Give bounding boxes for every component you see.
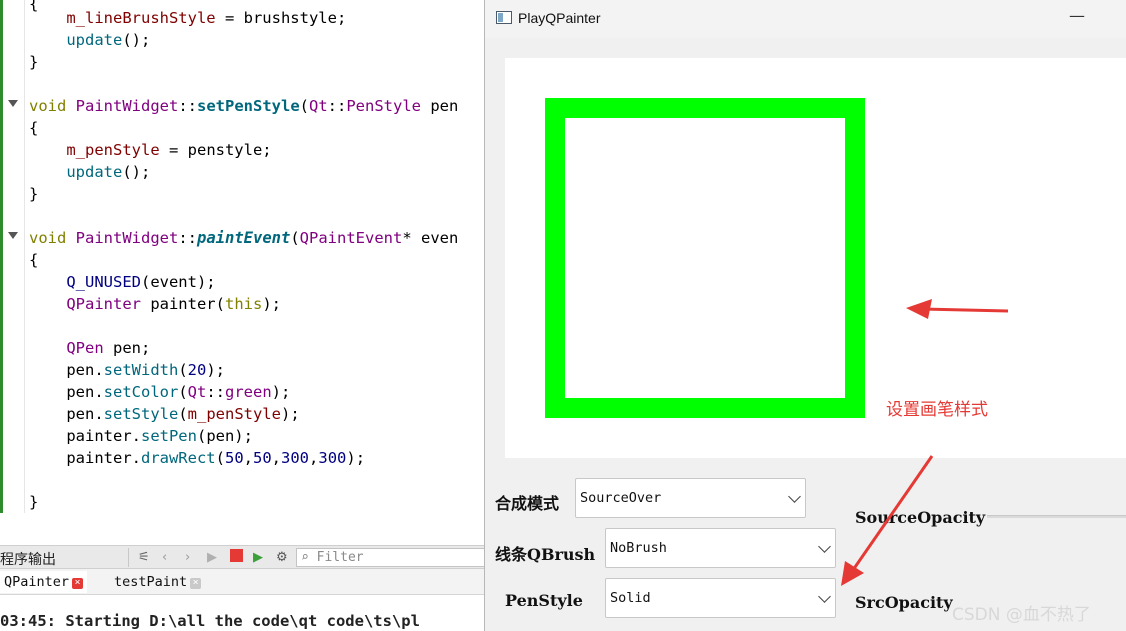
line-brush-value: NoBrush — [610, 540, 667, 556]
toolbar-divider — [128, 548, 129, 567]
playqpainter-window: PlayQPainter — 合成模式 SourceOver 线条QBrush … — [484, 0, 1126, 631]
chevron-down-icon — [818, 540, 831, 553]
tab-qpainter[interactable]: QPainter × — [0, 571, 88, 593]
fold-arrow-icon[interactable] — [8, 100, 18, 107]
code-line: m_penStyle = penstyle; — [66, 141, 272, 159]
app-window-icon — [496, 11, 512, 24]
source-opacity-label: SourceOpacity — [855, 508, 986, 527]
code-line: } — [29, 185, 39, 203]
code-line: painter.drawRect(50,50,300,300); — [29, 449, 366, 467]
filter-placeholder: Filter — [316, 550, 364, 565]
code-editor[interactable]: { m_lineBrushStyle = brushstyle; update(… — [0, 0, 486, 513]
editor-gutter-marker — [0, 0, 3, 513]
close-icon[interactable]: × — [72, 578, 84, 589]
paint-canvas[interactable] — [505, 58, 1126, 458]
gear-icon[interactable]: ⚙ — [276, 550, 288, 565]
code-line: QPen pen; — [66, 339, 151, 357]
code-line: update(); — [66, 31, 151, 49]
tab-label: testPaint — [114, 574, 188, 590]
clean-icon[interactable]: ⚟ — [138, 550, 150, 565]
src-opacity-label: SrcOpacity — [855, 593, 953, 612]
stop-icon[interactable] — [230, 549, 243, 562]
minimize-button[interactable]: — — [1067, 4, 1087, 28]
filter-input[interactable]: ⌕ Filter — [296, 548, 486, 567]
code-line: painter.setPen(pen); — [29, 427, 253, 445]
output-tabs: QPainter × testPaint × — [0, 569, 486, 595]
code-line: { — [29, 251, 39, 269]
line-brush-label: 线条QBrush — [495, 545, 596, 564]
composition-mode-value: SourceOver — [580, 490, 662, 506]
code-line: void PaintWidget::paintEvent(QPaintEvent… — [29, 229, 459, 247]
close-icon[interactable]: × — [190, 578, 202, 589]
code-line: } — [29, 493, 39, 511]
window-title: PlayQPainter — [518, 10, 601, 26]
output-pane-title: 程序输出 — [0, 552, 56, 568]
code-line: QPainter painter(this); — [66, 295, 281, 313]
fold-arrow-icon[interactable] — [8, 232, 18, 239]
code-line: { — [29, 119, 39, 137]
output-toolbar: 程序输出 ⚟ ‹ › ▶ ▶ ⚙ ⌕ Filter — [0, 545, 486, 569]
chevron-down-icon — [788, 490, 801, 503]
code-line: pen.setStyle(m_penStyle); — [29, 405, 300, 423]
editor-gutter-divider — [24, 0, 25, 513]
green-square-outline — [545, 98, 865, 418]
composition-mode-label: 合成模式 — [495, 494, 560, 513]
line-brush-select[interactable]: NoBrush — [605, 528, 836, 568]
previous-icon[interactable]: ‹ — [162, 550, 167, 565]
composition-mode-select[interactable]: SourceOver — [575, 478, 806, 518]
window-titlebar[interactable]: PlayQPainter — — [485, 0, 1126, 38]
debug-run-icon[interactable]: ▶ — [253, 550, 263, 565]
annotation-label: 设置画笔样式 — [886, 400, 988, 420]
next-icon[interactable]: › — [185, 550, 190, 565]
pen-style-label: PenStyle — [505, 591, 583, 610]
code-line: pen.setWidth(20); — [29, 361, 225, 379]
tab-testpaint[interactable]: testPaint × — [110, 571, 205, 593]
code-line: pen.setColor(Qt::green); — [29, 383, 291, 401]
tab-label: QPainter — [4, 574, 70, 590]
code-line: void PaintWidget::setPenStyle(Qt::PenSty… — [29, 97, 459, 115]
code-line: } — [29, 53, 39, 71]
code-line: update(); — [66, 163, 151, 181]
code-line: Q_UNUSED(event); — [66, 273, 216, 291]
output-log-line: 03:45: Starting D:\all the code\qt code\… — [0, 612, 420, 630]
pen-style-select[interactable]: Solid — [605, 578, 836, 618]
chevron-down-icon — [818, 590, 831, 603]
watermark: CSDN @血不热了 — [952, 605, 1091, 625]
source-opacity-slider[interactable] — [987, 515, 1126, 518]
code-line: m_lineBrushStyle = brushstyle; — [66, 9, 347, 27]
run-icon[interactable]: ▶ — [207, 550, 217, 565]
pen-style-value: Solid — [610, 590, 651, 606]
